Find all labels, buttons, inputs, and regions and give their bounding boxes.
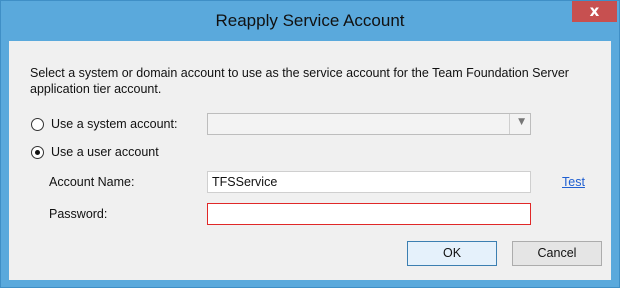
system-account-option[interactable]: Use a system account: <box>31 117 177 131</box>
close-button[interactable]: x <box>572 1 617 22</box>
dialog-window: Reapply Service Account x Select a syste… <box>0 0 620 288</box>
cancel-button[interactable]: Cancel <box>512 241 602 266</box>
system-account-dropdown[interactable]: ▼ <box>207 113 531 135</box>
user-account-option[interactable]: Use a user account <box>31 145 159 159</box>
system-account-label: Use a system account: <box>51 117 178 131</box>
user-account-radio[interactable] <box>31 145 44 159</box>
dropdown-divider <box>509 114 510 134</box>
password-field[interactable] <box>207 203 531 225</box>
ok-button[interactable]: OK <box>407 241 497 266</box>
account-name-field[interactable]: TFSService <box>207 171 531 193</box>
dialog-title: Reapply Service Account <box>215 11 405 30</box>
close-icon: x <box>589 2 600 20</box>
chevron-down-icon: ▼ <box>518 117 525 127</box>
title-bar[interactable]: Reapply Service Account x <box>1 1 619 41</box>
password-label: Password: <box>49 207 108 221</box>
user-account-label: Use a user account <box>51 145 159 159</box>
dialog-body: Select a system or domain account to use… <box>9 41 611 280</box>
account-name-label: Account Name: <box>49 175 135 189</box>
system-account-radio[interactable] <box>31 117 44 131</box>
description-text: Select a system or domain account to use… <box>30 66 569 96</box>
test-link[interactable]: Test <box>562 175 585 189</box>
